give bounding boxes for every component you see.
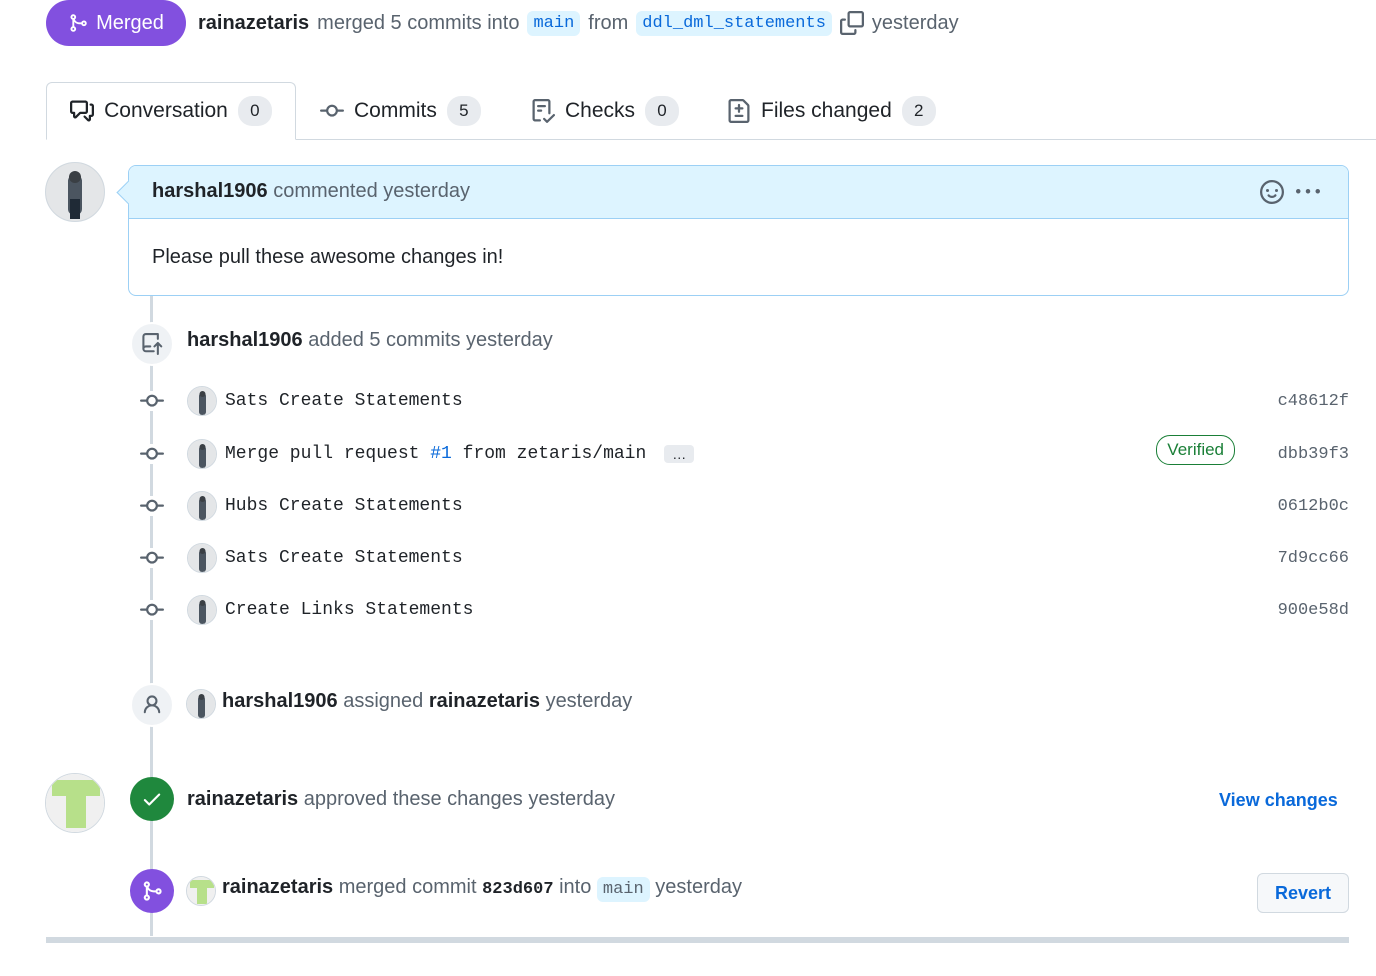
commit-message-prefix: Merge pull request: [225, 444, 431, 464]
push-event-badge: [130, 322, 174, 366]
commit-sha-link[interactable]: 900e58d: [1278, 601, 1349, 620]
avatar-harshal1906[interactable]: [187, 543, 217, 573]
smiley-icon[interactable]: [1260, 180, 1284, 204]
tab-checks-count: 0: [645, 96, 680, 126]
comment-author-link[interactable]: harshal1906: [152, 180, 268, 202]
commits-event-author[interactable]: harshal1906: [187, 329, 303, 351]
from-text: from: [588, 11, 629, 34]
head-branch[interactable]: ddl_dml_statements: [636, 10, 832, 36]
commit-row: Merge pull request #1 from zetaris/main …: [138, 435, 1349, 471]
tab-commits-label: Commits: [354, 99, 437, 122]
commit-message-link[interactable]: Hubs Create Statements: [225, 496, 463, 516]
pr-author-link[interactable]: rainazetaris: [198, 12, 309, 35]
kebab-horizontal-icon[interactable]: [1295, 180, 1321, 204]
comment-discussion-icon: [70, 100, 95, 122]
revert-button[interactable]: Revert: [1257, 873, 1349, 913]
person-icon: [143, 695, 161, 714]
tab-conversation-count: 0: [237, 96, 272, 126]
base-branch[interactable]: main: [527, 10, 581, 36]
merge-text-1: merged commit: [338, 876, 477, 898]
comment-card: harshal1906 commented yesterday Please p…: [116, 165, 1349, 296]
assign-event-badge: [130, 683, 174, 727]
git-commit-icon: [138, 600, 166, 620]
tab-conversation[interactable]: Conversation 0: [46, 82, 296, 140]
commit-row: Sats Create Statements c48612f: [138, 384, 1349, 418]
tab-files-changed-label: Files changed: [761, 99, 892, 122]
merge-icon: [143, 881, 162, 901]
commit-message-link[interactable]: Sats Create Statements: [225, 548, 463, 568]
commit-message-link[interactable]: Sats Create Statements: [225, 391, 463, 411]
avatar-harshal1906[interactable]: [187, 491, 217, 521]
merged-label: Merged: [96, 11, 164, 34]
commits-event: harshal1906 added 5 commits yesterday: [187, 329, 553, 352]
commits-event-text: added 5 commits yesterday: [308, 329, 553, 351]
merge-time: yesterday: [655, 876, 742, 898]
avatar-harshal1906[interactable]: [187, 386, 217, 416]
checklist-icon: [532, 99, 555, 123]
verified-badge[interactable]: Verified: [1156, 435, 1235, 465]
avatar-harshal1906[interactable]: [186, 689, 216, 719]
git-commit-icon: [138, 391, 166, 411]
tab-files-changed[interactable]: Files changed 2: [727, 82, 936, 140]
avatar-harshal1906[interactable]: [45, 162, 105, 222]
tab-commits-count: 5: [446, 96, 481, 126]
git-commit-icon: [138, 444, 166, 464]
file-diff-icon: [728, 99, 750, 123]
comment-meta: commented yesterday: [273, 180, 470, 202]
pr-header-summary: rainazetaris merged 5 commits into main …: [198, 8, 959, 38]
commit-row: Sats Create Statements 7d9cc66: [138, 541, 1349, 575]
merged-status-badge: Merged: [46, 0, 186, 46]
commit-sha-link[interactable]: 0612b0c: [1278, 497, 1349, 516]
merged-event-badge: [130, 869, 174, 913]
approved-event-badge: [130, 777, 174, 821]
repo-push-icon: [142, 333, 163, 355]
check-icon: [143, 793, 161, 806]
tab-checks-label: Checks: [565, 99, 636, 122]
avatar-rainazetaris[interactable]: [186, 876, 216, 906]
avatar-rainazetaris[interactable]: [45, 773, 105, 833]
git-commit-icon: [138, 496, 166, 516]
commit-message-link[interactable]: Create Links Statements: [225, 600, 473, 620]
commit-message-link[interactable]: Merge pull request #1 from zetaris/main: [225, 444, 646, 464]
approve-text: approved these changes yesterday: [303, 788, 616, 810]
avatar-harshal1906[interactable]: [187, 439, 217, 469]
git-commit-icon: [320, 104, 344, 117]
comment-header: harshal1906 commented yesterday: [129, 166, 1348, 219]
merge-actor-link[interactable]: rainazetaris: [222, 876, 333, 898]
approve-actor-link[interactable]: rainazetaris: [187, 788, 298, 810]
comment-body: Please pull these awesome changes in!: [152, 246, 504, 268]
approve-event: rainazetaris approved these changes yest…: [187, 788, 615, 811]
tab-checks[interactable]: Checks 0: [531, 82, 680, 140]
commit-sha-link[interactable]: c48612f: [1278, 392, 1349, 411]
pr-action-text: merged 5 commits into: [317, 11, 520, 34]
tab-conversation-label: Conversation: [104, 99, 228, 122]
tab-commits[interactable]: Commits 5: [320, 82, 481, 140]
merge-event: rainazetaris merged commit 823d607 into …: [222, 876, 742, 902]
tab-files-changed-count: 2: [901, 96, 936, 126]
comment-author-line: harshal1906 commented yesterday: [152, 180, 470, 203]
commit-row: Hubs Create Statements 0612b0c: [138, 489, 1349, 523]
commit-row: Create Links Statements 900e58d: [138, 593, 1349, 627]
pr-reference-link[interactable]: #1: [430, 444, 452, 464]
merge-commit-sha-link[interactable]: 823d607: [482, 880, 553, 899]
commit-sha-link[interactable]: dbb39f3: [1278, 445, 1349, 464]
commit-sha-link[interactable]: 7d9cc66: [1278, 549, 1349, 568]
merge-text-2: into: [559, 876, 592, 898]
git-commit-icon: [138, 548, 166, 568]
assign-actor-link[interactable]: harshal1906: [222, 690, 338, 712]
assign-verb: assigned: [343, 690, 424, 712]
assign-event: harshal1906 assigned rainazetaris yester…: [222, 690, 632, 713]
commit-message-suffix: from zetaris/main: [451, 444, 647, 464]
pr-time: yesterday: [871, 11, 959, 34]
merge-icon: [70, 14, 87, 32]
expand-commit-button[interactable]: …: [664, 445, 695, 463]
timeline-end-divider: [46, 937, 1349, 943]
avatar-harshal1906[interactable]: [187, 595, 217, 625]
merge-target-branch[interactable]: main: [596, 877, 650, 902]
view-changes-link[interactable]: View changes: [1219, 790, 1338, 811]
assign-time: yesterday: [545, 690, 633, 712]
assignee-link[interactable]: rainazetaris: [429, 690, 540, 712]
copy-icon[interactable]: [839, 11, 864, 35]
